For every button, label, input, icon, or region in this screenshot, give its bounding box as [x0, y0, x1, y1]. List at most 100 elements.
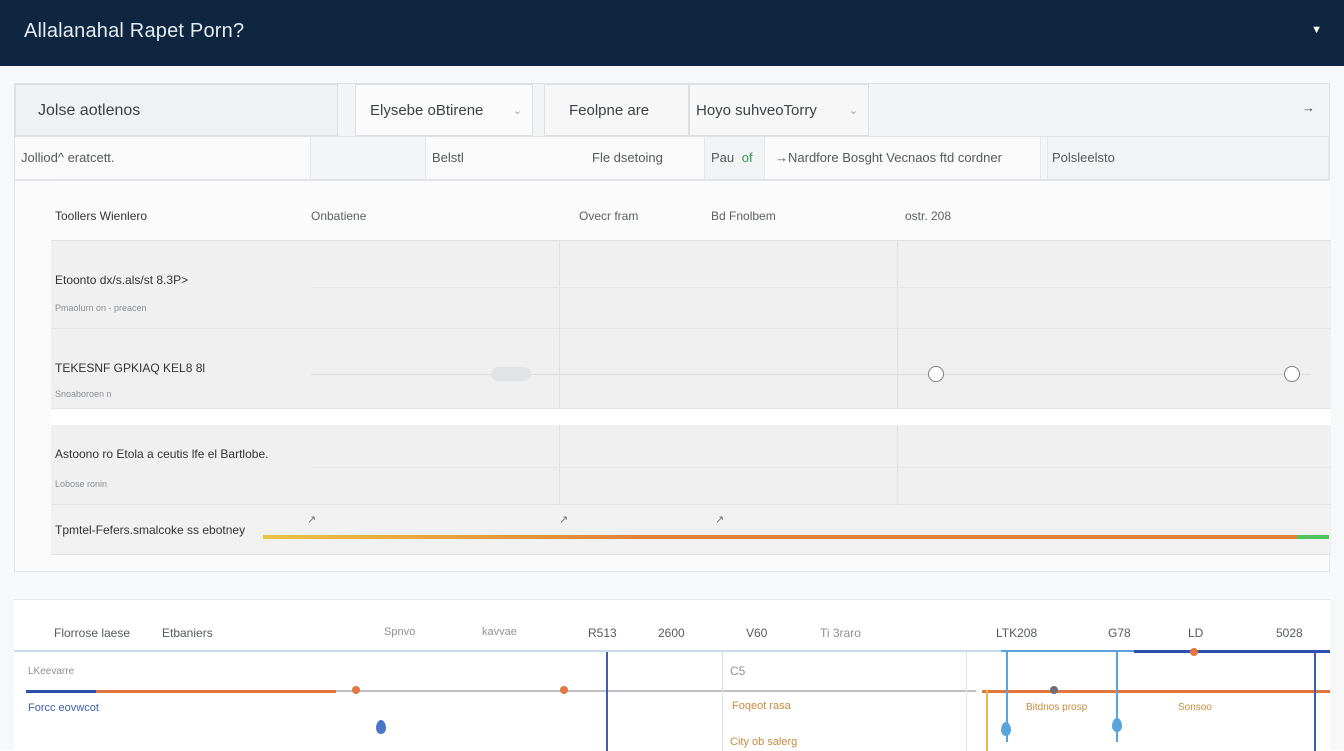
- filter-bar: Jolliod^ eratcett. Belstl Fle dsetoing P…: [14, 136, 1330, 180]
- filter-nardfore[interactable]: →Nardfore Bosght Vecnaos ftd cordner: [765, 137, 1041, 179]
- col-divider: [559, 329, 560, 409]
- table-row[interactable]: Astoono ro Etola a ceutis lfe el Bartlob…: [51, 425, 1331, 505]
- row-spacer: [51, 409, 1331, 425]
- row-title: Etoonto dx/s.als/st 8.3P>: [55, 273, 189, 287]
- col-divider: [897, 329, 898, 409]
- table-header: Toollers Wienlero Onbatiene Ovecr fram B…: [51, 181, 1331, 241]
- timeline-header-b: Etbaniers: [162, 626, 213, 640]
- track-gray: [336, 690, 976, 692]
- timeline-tick: R513: [588, 626, 617, 640]
- marker-line-blue: [1314, 652, 1316, 751]
- col-header-5[interactable]: ostr. 208: [905, 209, 951, 223]
- filter-jolliod[interactable]: Jolliod^ eratcett.: [15, 137, 311, 179]
- progress-label: Tpmtel-Fefers.smalcoke ss ebotney: [55, 523, 246, 537]
- timeline-tick: LD: [1188, 626, 1204, 640]
- col-divider: [559, 241, 560, 329]
- slider-track: [311, 374, 1311, 375]
- row-subtitle: Snoaboroen n: [55, 389, 112, 399]
- main-content: Jolse aotlenos Elysebe oBtirene ⌄ Feolpn…: [0, 66, 1344, 751]
- drop-marker-icon[interactable]: [376, 720, 386, 734]
- track-orange: [96, 690, 336, 693]
- filter-fle-label: Fle dsetoing: [592, 150, 663, 165]
- timeline-axis: [14, 650, 1330, 652]
- drop-marker-icon[interactable]: [1001, 722, 1011, 736]
- table-row[interactable]: Etoonto dx/s.als/st 8.3P> Pmaolurn on - …: [51, 241, 1331, 329]
- timeline-tick: 5028: [1276, 626, 1303, 640]
- event-dot[interactable]: [352, 686, 360, 694]
- timeline-tick: G78: [1108, 626, 1131, 640]
- dropdown-elysebe[interactable]: Elysebe oBtirene ⌄: [355, 84, 533, 136]
- chevron-down-icon: ⌄: [848, 105, 858, 117]
- progress-bar: [263, 535, 1329, 539]
- timeline-tick: 2600: [658, 626, 685, 640]
- filter-pau-label: Pau: [711, 150, 735, 165]
- chevron-down-icon: ⌄: [512, 105, 522, 117]
- app-header: Allalanahal Rapet Porn? ▼: [0, 0, 1344, 66]
- timeline-label: Bitdnos prosp: [1026, 702, 1088, 713]
- gridline: [722, 652, 723, 751]
- slider-handle-left[interactable]: [928, 366, 944, 382]
- marker-icon: ↗: [559, 514, 569, 526]
- col-header-2[interactable]: Onbatiene: [311, 209, 366, 223]
- row-subtitle: Lobose ronin: [55, 479, 108, 489]
- app-title: Allalanahal Rapet Porn?: [24, 20, 245, 42]
- drop-marker-icon[interactable]: [1112, 718, 1122, 732]
- filter-polsle[interactable]: Polsleelsto: [1047, 137, 1329, 179]
- marker-icon: ↗: [715, 514, 725, 526]
- track-orange-right: [982, 690, 1330, 693]
- marker-line-blue: [606, 652, 608, 751]
- data-table: Toollers Wienlero Onbatiene Ovecr fram B…: [14, 180, 1331, 572]
- timeline-tick: kavvae: [482, 626, 517, 638]
- dropdown-feolpne-label: Feolpne are: [569, 102, 650, 119]
- table-row[interactable]: TEKESNF GPKIAQ KEL8 8l Snoaboroen n: [51, 329, 1331, 409]
- timeline-axis-dark: [1134, 650, 1330, 653]
- gridline: [966, 652, 967, 751]
- timeline-label: Foqeot rasa: [732, 700, 791, 712]
- slider-handle-right[interactable]: [1284, 366, 1300, 382]
- toolbar-row: Jolse aotlenos Elysebe oBtirene ⌄ Feolpn…: [14, 83, 1330, 137]
- col-divider: [897, 241, 898, 329]
- timeline-panel: Florrose laese Etbaniers Spnvo kavvae R5…: [14, 599, 1330, 751]
- row-title: Astoono ro Etola a ceutis lfe el Bartlob…: [55, 447, 269, 461]
- toggle-switch[interactable]: [491, 367, 531, 381]
- timeline-label: City ob salerg: [730, 736, 798, 748]
- filter-belstl-label: Belstl: [432, 150, 464, 165]
- timeline-tick: Spnvo: [384, 626, 416, 638]
- search-label: Jolse aotlenos: [38, 102, 141, 119]
- row-divider: [311, 467, 1331, 468]
- timeline-tick: Ti 3raro: [820, 626, 861, 640]
- event-dot[interactable]: [1050, 686, 1058, 694]
- filter-of-label: of: [741, 150, 753, 165]
- row-subtitle: Pmaolurn on - preacen: [55, 303, 147, 313]
- dropdown-feolpne[interactable]: Feolpne are: [544, 84, 689, 136]
- dropdown-hoyo[interactable]: Hoyo suhveoTorry ⌄: [689, 84, 869, 136]
- event-dot[interactable]: [560, 686, 568, 694]
- marker-line-gold: [986, 690, 988, 751]
- timeline-label: Sonsoo: [1178, 702, 1212, 713]
- filter-pau[interactable]: Pau of: [705, 137, 765, 179]
- legend-label: LKeevarre: [28, 666, 75, 677]
- col-divider: [897, 425, 898, 505]
- filter-nardfore-label: →Nardfore Bosght Vecnaos ftd cordner: [775, 150, 1002, 165]
- col-header-4[interactable]: Bd Fnolbem: [711, 209, 776, 223]
- event-dot[interactable]: [1190, 648, 1198, 656]
- timeline-tick: LTK208: [996, 626, 1038, 640]
- track-blue: [26, 690, 96, 693]
- col-header-3[interactable]: Ovecr fram: [579, 209, 638, 223]
- row-title: TEKESNF GPKIAQ KEL8 8l: [55, 361, 206, 375]
- marker-icon: ↗: [307, 514, 317, 526]
- timeline-header-a: Florrose laese: [54, 626, 131, 640]
- chevron-down-icon[interactable]: ▼: [1311, 24, 1322, 36]
- filter-belstl[interactable]: Belstl Fle dsetoing: [425, 137, 705, 179]
- dropdown-elysebe-label: Elysebe oBtirene: [370, 102, 484, 119]
- row-divider: [311, 287, 1331, 288]
- timeline-tick: V60: [746, 626, 768, 640]
- filter-polsle-label: Polsleelsto: [1052, 150, 1115, 165]
- legend-label: Forcc eovwcot: [28, 702, 99, 714]
- arrow-right-icon[interactable]: →: [1302, 100, 1315, 115]
- col-header-1[interactable]: Toollers Wienlero: [55, 209, 147, 223]
- progress-row: Tpmtel-Fefers.smalcoke ss ebotney ↗ ↗ ↗: [51, 505, 1331, 555]
- search-box[interactable]: Jolse aotlenos: [15, 84, 338, 136]
- filter-jolliod-label: Jolliod^ eratcett.: [21, 150, 115, 165]
- dropdown-hoyo-label: Hoyo suhveoTorry: [696, 102, 817, 119]
